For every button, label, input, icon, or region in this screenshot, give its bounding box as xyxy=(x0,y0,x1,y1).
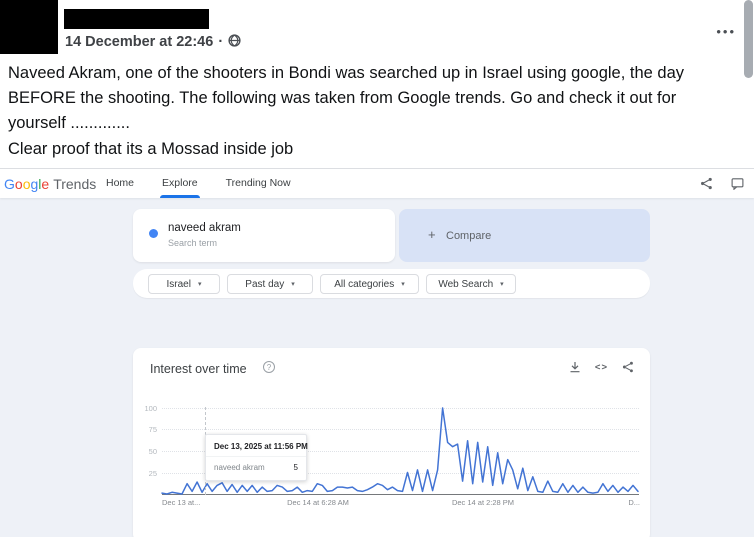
trends-header-icons xyxy=(700,169,744,198)
filter-search-type-label: Web Search xyxy=(438,279,493,290)
nav-home[interactable]: Home xyxy=(92,169,148,198)
nav-home-label: Home xyxy=(106,177,134,189)
logo-letter: o xyxy=(15,176,23,192)
filter-category-dropdown[interactable]: All categories ▾ xyxy=(320,274,419,294)
nav-explore[interactable]: Explore xyxy=(148,169,212,198)
plus-icon: + xyxy=(428,227,436,242)
feedback-icon[interactable] xyxy=(731,177,744,190)
filter-category-label: All categories xyxy=(334,279,394,290)
share-icon[interactable] xyxy=(622,361,634,373)
avatar[interactable] xyxy=(0,0,58,54)
filter-search-type-dropdown[interactable]: Web Search ▾ xyxy=(426,274,516,294)
filters-bar: Israel ▾ Past day ▾ All categories ▾ Web… xyxy=(133,269,650,298)
post-text-line: Naveed Akram, one of the shooters in Bon… xyxy=(8,61,740,86)
chart-tooltip: Dec 13, 2025 at 11:56 PM naveed akram 5 xyxy=(205,434,307,481)
logo-letter: o xyxy=(23,176,31,192)
author-name-redacted[interactable] xyxy=(64,9,209,29)
chevron-down-icon: ▾ xyxy=(401,280,405,288)
add-comparison-button[interactable]: + Compare xyxy=(399,209,650,262)
tooltip-date: Dec 13, 2025 at 11:56 PM xyxy=(206,435,306,457)
share-icon[interactable] xyxy=(700,177,713,190)
post-timestamp[interactable]: 14 December at 22:46 xyxy=(65,34,213,50)
logo-letter: e xyxy=(41,176,49,192)
meta-separator: · xyxy=(218,34,223,50)
y-tick-label: 50 xyxy=(135,447,157,456)
interest-over-time-card: Interest over time ? <> xyxy=(133,348,650,537)
trends-nav: Home Explore Trending Now xyxy=(92,169,305,198)
filter-region-label: Israel xyxy=(167,279,191,290)
nav-explore-label: Explore xyxy=(162,177,198,189)
search-term-sublabel: Search term xyxy=(168,238,217,248)
x-tick-label: Dec 14 at 6:28 AM xyxy=(273,498,363,507)
search-term-card[interactable]: naveed akram Search term xyxy=(133,209,395,262)
google-trends-screenshot: Google Trends Home Explore Trending Now xyxy=(0,168,754,537)
card-title: Interest over time xyxy=(150,362,247,376)
filter-time-label: Past day xyxy=(245,279,284,290)
chevron-down-icon: ▾ xyxy=(500,280,504,288)
trends-header: Google Trends Home Explore Trending Now xyxy=(0,169,754,198)
tooltip-term: naveed akram xyxy=(214,463,265,472)
download-icon[interactable] xyxy=(569,361,581,373)
privacy-public-icon xyxy=(228,34,241,51)
post-text-line: BEFORE the shooting. The following was t… xyxy=(8,86,740,111)
x-tick-label: D... xyxy=(628,498,640,507)
nav-trending-now-label: Trending Now xyxy=(226,177,291,189)
google-trends-logo[interactable]: Google Trends xyxy=(4,169,96,198)
chevron-down-icon: ▾ xyxy=(198,280,202,288)
nav-trending-now[interactable]: Trending Now xyxy=(212,169,305,198)
post-options-button[interactable]: ••• xyxy=(712,20,740,43)
post-meta: 14 December at 22:46 · xyxy=(65,33,241,51)
tooltip-value: 5 xyxy=(294,463,298,472)
search-term-value: naveed akram xyxy=(168,222,241,234)
logo-product-name: Trends xyxy=(53,176,96,192)
x-axis-labels: Dec 13 at... Dec 14 at 6:28 AM Dec 14 at… xyxy=(133,498,650,510)
trends-body: naveed akram Search term + Compare Israe… xyxy=(0,198,754,537)
y-tick-label: 75 xyxy=(135,425,157,434)
help-icon[interactable]: ? xyxy=(263,361,275,373)
scrollbar-thumb[interactable] xyxy=(744,0,753,78)
y-tick-label: 25 xyxy=(135,469,157,478)
compare-label: Compare xyxy=(446,230,491,242)
y-tick-label: 100 xyxy=(135,404,157,413)
embed-icon[interactable]: <> xyxy=(595,362,608,373)
chart-card-icons: <> xyxy=(569,361,634,373)
post-text-paragraph-2: Clear proof that its a Mossad inside job xyxy=(8,137,740,162)
x-tick-label: Dec 13 at... xyxy=(162,498,200,507)
series-color-dot xyxy=(149,229,158,238)
filter-time-dropdown[interactable]: Past day ▾ xyxy=(227,274,313,294)
post-text-line: yourself ............. xyxy=(8,111,740,136)
post-text-paragraph-1: Naveed Akram, one of the shooters in Bon… xyxy=(8,61,740,136)
chevron-down-icon: ▾ xyxy=(291,280,295,288)
filter-region-dropdown[interactable]: Israel ▾ xyxy=(148,274,220,294)
x-tick-label: Dec 14 at 2:28 PM xyxy=(438,498,528,507)
logo-letter: G xyxy=(4,176,15,192)
logo-letter: g xyxy=(30,176,38,192)
screenshot-root: 14 December at 22:46 · ••• Naveed Akram,… xyxy=(0,0,754,537)
